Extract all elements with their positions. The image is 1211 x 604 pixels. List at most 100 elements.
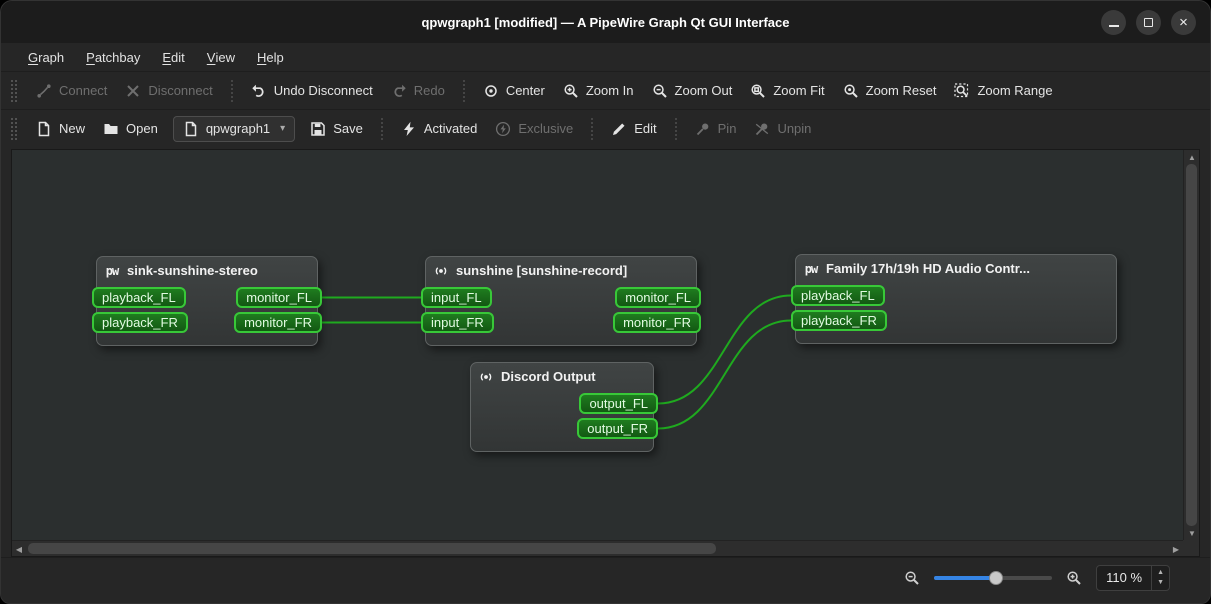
activated-button[interactable]: Activated xyxy=(392,116,486,142)
port-monitor_FL[interactable]: monitor_FL xyxy=(615,287,701,308)
save-button[interactable]: Save xyxy=(301,116,372,142)
minimize-button[interactable] xyxy=(1101,9,1126,35)
toolbar-button-label: Connect xyxy=(59,83,108,98)
zoom-fit-button[interactable]: Zoom Fit xyxy=(741,78,833,104)
port-input_FR[interactable]: input_FR xyxy=(421,312,494,333)
toolbar-button-label: Pin xyxy=(717,121,737,136)
port-output_FL[interactable]: output_FL xyxy=(579,393,658,414)
scrollbar-corner xyxy=(1183,540,1199,556)
redo-icon xyxy=(391,83,407,99)
port-monitor_FR[interactable]: monitor_FR xyxy=(234,312,322,333)
toolbar-handle[interactable] xyxy=(11,117,17,140)
zoom-slider[interactable] xyxy=(934,568,1053,588)
central-area: pw sink-sunshine-stereo playback_FL monitor… xyxy=(1,147,1210,557)
zoom-spin-arrows: ▲ ▼ xyxy=(1151,565,1169,590)
menu-edit[interactable]: Edit xyxy=(151,43,195,71)
edit-button[interactable]: Edit xyxy=(602,116,665,142)
port-output_FR[interactable]: output_FR xyxy=(577,418,658,439)
zoom-range-icon xyxy=(954,82,970,99)
dropdown-caret-icon: ▾ xyxy=(280,123,286,134)
unpin-button[interactable]: Unpin xyxy=(745,116,820,142)
audio-node-icon xyxy=(478,369,494,385)
zoom-reset-button[interactable]: Zoom Reset xyxy=(834,78,946,104)
status-zoom-in-button[interactable] xyxy=(1064,568,1084,588)
menu-view[interactable]: View xyxy=(196,43,246,71)
node-title: sink-sunshine-stereo xyxy=(127,263,258,278)
zoom-reset-icon xyxy=(843,83,859,99)
zoom-value: 110 % xyxy=(1106,570,1143,585)
menu-patchbay[interactable]: Patchbay xyxy=(75,43,151,71)
disconnect-icon xyxy=(125,83,141,99)
spin-up-arrow[interactable]: ▲ xyxy=(1152,568,1169,578)
toolbar-button-label: Zoom In xyxy=(585,83,634,98)
port-monitor_FR[interactable]: monitor_FR xyxy=(613,312,701,333)
node-discord-output[interactable]: Discord Output output_FL output_FR xyxy=(470,362,658,452)
pin-button[interactable]: Pin xyxy=(686,116,746,142)
zoom-range-button[interactable]: Zoom Range xyxy=(945,78,1061,104)
toolbar-button-label: Zoom Reset xyxy=(865,83,937,98)
port-playback_FL[interactable]: playback_FL xyxy=(92,287,186,308)
redo-button[interactable]: Redo xyxy=(382,78,454,104)
patchbay-select-combo[interactable]: qpwgraph1 ▾ xyxy=(172,115,296,142)
canvas-frame: pw sink-sunshine-stereo playback_FL monitor… xyxy=(11,149,1200,557)
menu-graph[interactable]: Graph xyxy=(17,43,75,71)
node-sink-sunshine-stereo[interactable]: pw sink-sunshine-stereo playback_FL monitor… xyxy=(92,256,322,346)
toolbar-separator xyxy=(462,79,465,102)
save-icon xyxy=(310,121,326,137)
disconnect-button[interactable]: Disconnect xyxy=(116,78,221,104)
close-button[interactable]: × xyxy=(1171,9,1196,35)
graph-canvas[interactable]: pw sink-sunshine-stereo playback_FL monitor… xyxy=(12,150,1183,540)
port-playback_FR[interactable]: playback_FR xyxy=(92,312,188,333)
new-button[interactable]: New xyxy=(27,116,94,142)
connect-icon xyxy=(36,83,52,99)
spin-down-arrow[interactable]: ▼ xyxy=(1152,578,1169,588)
toolbar-button-label: Disconnect xyxy=(148,83,213,98)
status-zoom-out-button[interactable] xyxy=(902,568,922,588)
vertical-scrollbar-thumb[interactable] xyxy=(1186,164,1197,526)
toolbar-handle[interactable] xyxy=(11,79,17,102)
port-input_FL[interactable]: input_FL xyxy=(421,287,492,308)
toolbar-patchbay: New Open qpwgraph1 ▾ Save Activated Exclusive E… xyxy=(1,109,1210,147)
port-row: input_FL monitor_FL xyxy=(421,287,701,308)
node-family-audio[interactable]: pw Family 17h/19h HD Audio Contr... playba… xyxy=(791,254,1117,344)
file-icon xyxy=(183,121,199,137)
toolbar-button-label: New xyxy=(59,121,86,136)
port-playback_FL[interactable]: playback_FL xyxy=(791,285,885,306)
vertical-scrollbar[interactable]: ▲ ▼ xyxy=(1183,150,1199,540)
scroll-down-arrow[interactable]: ▼ xyxy=(1184,526,1200,540)
window-title: qpwgraph1 [modified] — A PipeWire Graph … xyxy=(421,14,790,30)
undo-disconnect-button[interactable]: Undo Disconnect xyxy=(242,78,382,104)
zoom-out-button[interactable]: Zoom Out xyxy=(643,78,742,104)
titlebar[interactable]: qpwgraph1 [modified] — A PipeWire Graph … xyxy=(1,1,1210,43)
scroll-right-arrow[interactable]: ▶ xyxy=(1169,541,1183,557)
toolbar-button-label: Unpin xyxy=(777,121,812,136)
pipewire-node-icon: pw xyxy=(105,263,119,278)
exclusive-button[interactable]: Exclusive xyxy=(486,116,582,142)
maximize-button[interactable] xyxy=(1136,9,1161,35)
unpin-icon xyxy=(754,121,770,137)
node-sunshine[interactable]: sunshine [sunshine-record] input_FL monito… xyxy=(421,256,701,346)
node-title: Family 17h/19h HD Audio Contr... xyxy=(826,261,1030,276)
port-monitor_FL[interactable]: monitor_FL xyxy=(236,287,322,308)
scroll-up-arrow[interactable]: ▲ xyxy=(1184,150,1200,164)
toolbar-separator xyxy=(674,117,677,140)
zoom-fit-icon xyxy=(750,83,766,99)
center-button[interactable]: Center xyxy=(474,78,554,104)
zoom-spinbox[interactable]: 110 % ▲ ▼ xyxy=(1096,564,1170,591)
port-playback_FR[interactable]: playback_FR xyxy=(791,310,887,331)
scroll-left-arrow[interactable]: ◀ xyxy=(12,541,26,557)
horizontal-scrollbar[interactable]: ◀ ▶ xyxy=(12,540,1183,556)
horizontal-scrollbar-thumb[interactable] xyxy=(28,543,716,554)
zoom-slider-handle[interactable] xyxy=(988,570,1003,585)
menubar: Graph Patchbay Edit View Help xyxy=(1,43,1210,71)
connect-button[interactable]: Connect xyxy=(27,78,116,104)
zoom-slider-fill xyxy=(934,575,996,580)
activated-icon xyxy=(401,121,417,137)
zoom-in-button[interactable]: Zoom In xyxy=(554,78,643,104)
edit-icon xyxy=(611,121,627,137)
port-row: playback_FL xyxy=(791,285,1109,306)
menu-help[interactable]: Help xyxy=(246,43,295,71)
qpwgraph-window: qpwgraph1 [modified] — A PipeWire Graph … xyxy=(0,0,1211,604)
port-row: output_FR xyxy=(478,418,658,439)
open-button[interactable]: Open xyxy=(94,116,167,142)
